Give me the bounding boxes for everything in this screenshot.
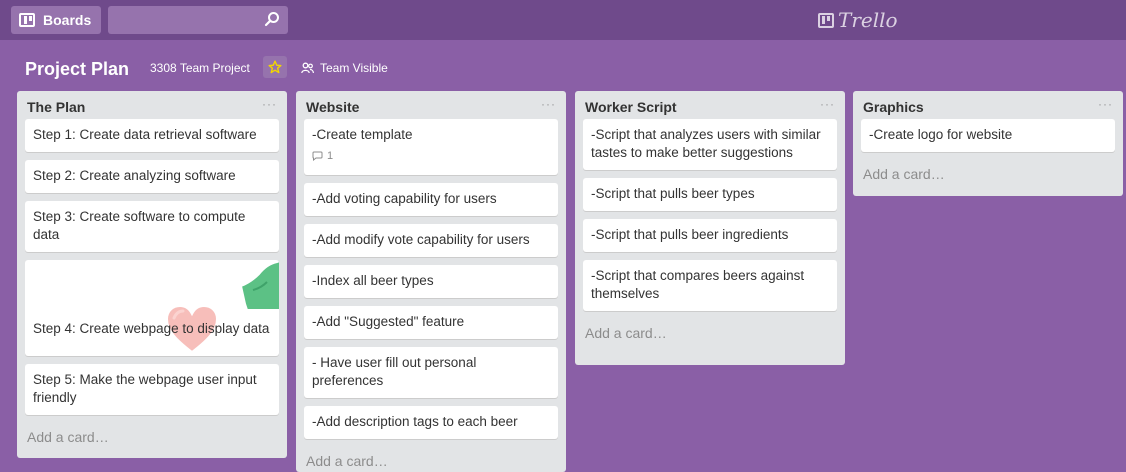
search-input[interactable] <box>108 6 258 34</box>
list-title[interactable]: Worker Script <box>585 99 677 115</box>
board-header: Project Plan 3308 Team Project Team Visi… <box>0 40 1126 90</box>
card-title: -Add "Suggested" feature <box>312 314 465 329</box>
card-title: -Create logo for website <box>869 127 1013 142</box>
card-title: Step 3: Create software to compute data <box>33 209 246 242</box>
card[interactable]: -Create template 1 <box>304 119 558 175</box>
list-header: The Plan ··· <box>17 91 287 119</box>
card-title: Step 2: Create analyzing software <box>33 168 236 183</box>
card-title: Step 4: Create webpage to display data <box>33 321 270 336</box>
card-title: - Have user fill out personal preference… <box>312 355 477 388</box>
search-box[interactable] <box>108 6 288 34</box>
card[interactable]: Step 3: Create software to compute data <box>25 201 279 252</box>
list-the-plan: The Plan ··· Step 1: Create data retriev… <box>17 91 287 458</box>
visibility-button[interactable]: Team Visible <box>301 61 388 75</box>
comment-count: 1 <box>327 150 334 162</box>
list-website: Website ··· -Create template 1 -Add voti… <box>296 91 566 472</box>
card-title: Step 5: Make the webpage user input frie… <box>33 372 257 405</box>
card-with-stickers[interactable]: Step 4: Create webpage to display data <box>25 260 279 356</box>
card[interactable]: -Script that pulls beer types <box>583 178 837 211</box>
thumbs-up-sticker-icon <box>239 260 279 310</box>
card-title: -Script that analyzes users with similar… <box>591 127 821 160</box>
add-card-button[interactable]: Add a card… <box>17 423 287 455</box>
boards-icon <box>19 13 35 27</box>
trello-logo[interactable]: Trello <box>818 8 898 32</box>
card[interactable]: -Script that analyzes users with similar… <box>583 119 837 170</box>
card[interactable]: Step 1: Create data retrieval software <box>25 119 279 152</box>
add-card-button[interactable]: Add a card… <box>575 319 845 351</box>
list-title[interactable]: Website <box>306 99 359 115</box>
card-title: -Add modify vote capability for users <box>312 232 530 247</box>
list-menu-icon[interactable]: ··· <box>262 97 277 111</box>
list-header: Website ··· <box>296 91 566 119</box>
card-title: -Script that pulls beer ingredients <box>591 227 789 242</box>
card-title: -Index all beer types <box>312 273 434 288</box>
trello-logo-text: Trello <box>838 8 898 32</box>
card-title: -Add voting capability for users <box>312 191 497 206</box>
list-menu-icon[interactable]: ··· <box>820 97 835 111</box>
card[interactable]: Step 5: Make the webpage user input frie… <box>25 364 279 415</box>
comment-badge: 1 <box>312 147 550 165</box>
visibility-label: Team Visible <box>320 61 388 75</box>
boards-button[interactable]: Boards <box>11 6 101 34</box>
board-title[interactable]: Project Plan <box>25 59 129 80</box>
team-icon <box>301 62 314 74</box>
card-title: -Create template <box>312 127 413 142</box>
card[interactable]: -Create logo for website <box>861 119 1115 152</box>
card[interactable]: Step 2: Create analyzing software <box>25 160 279 193</box>
card[interactable]: -Add "Suggested" feature <box>304 306 558 339</box>
card[interactable]: -Script that compares beers against them… <box>583 260 837 311</box>
comment-icon <box>312 151 323 161</box>
add-card-button[interactable]: Add a card… <box>296 447 566 472</box>
list-graphics: Graphics ··· -Create logo for website Ad… <box>853 91 1123 196</box>
card[interactable]: -Add voting capability for users <box>304 183 558 216</box>
list-menu-icon[interactable]: ··· <box>1098 97 1113 111</box>
star-icon <box>268 60 282 74</box>
card-title: -Add description tags to each beer <box>312 414 518 429</box>
list-title[interactable]: Graphics <box>863 99 924 115</box>
card[interactable]: -Add description tags to each beer <box>304 406 558 439</box>
list-worker-script: Worker Script ··· -Script that analyzes … <box>575 91 845 365</box>
card-title: Step 1: Create data retrieval software <box>33 127 257 142</box>
card-title: -Script that pulls beer types <box>591 186 755 201</box>
card[interactable]: - Have user fill out personal preference… <box>304 347 558 398</box>
trello-logo-icon <box>818 12 834 28</box>
list-header: Graphics ··· <box>853 91 1123 119</box>
add-card-button[interactable]: Add a card… <box>853 160 1123 192</box>
star-board-button[interactable] <box>263 56 287 78</box>
boards-button-label: Boards <box>43 12 92 28</box>
search-icon[interactable] <box>264 11 280 27</box>
card[interactable]: -Script that pulls beer ingredients <box>583 219 837 252</box>
card[interactable]: -Index all beer types <box>304 265 558 298</box>
list-title[interactable]: The Plan <box>27 99 85 115</box>
board-team-name[interactable]: 3308 Team Project <box>147 61 253 75</box>
card-title: -Script that compares beers against them… <box>591 268 805 301</box>
list-header: Worker Script ··· <box>575 91 845 119</box>
top-header-bar: Boards Trello <box>0 0 1126 40</box>
list-menu-icon[interactable]: ··· <box>541 97 556 111</box>
card[interactable]: -Add modify vote capability for users <box>304 224 558 257</box>
